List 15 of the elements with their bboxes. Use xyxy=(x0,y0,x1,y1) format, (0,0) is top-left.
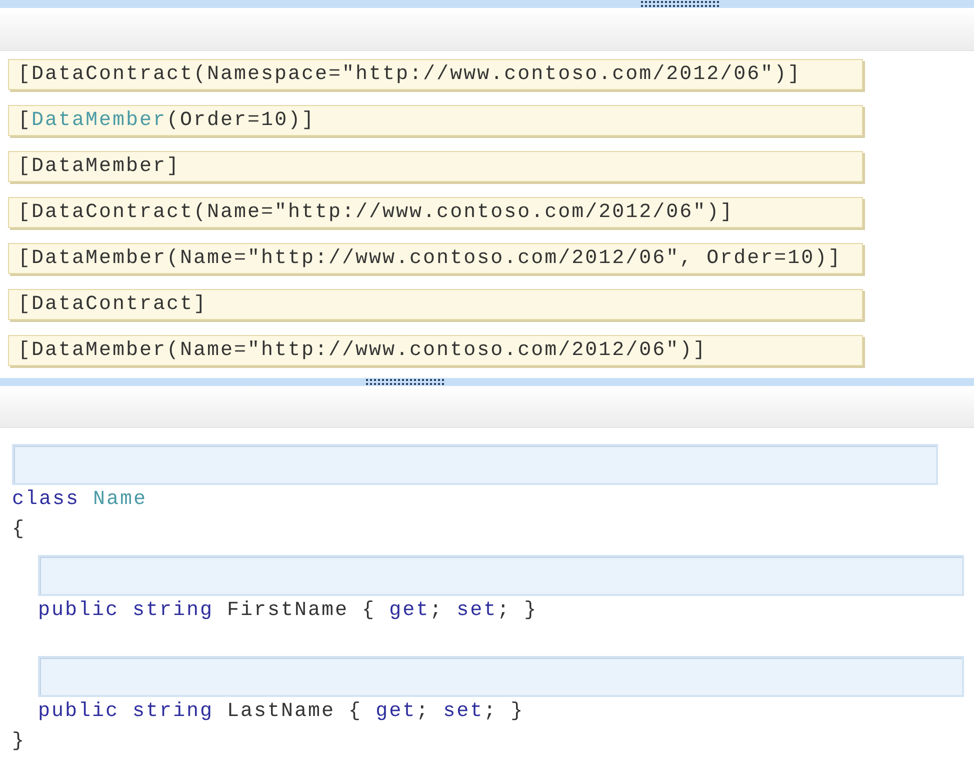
code-line: public string FirstName { get; set; } xyxy=(38,598,539,624)
code-line: public string LastName { get; set; } xyxy=(38,699,526,725)
answer-tile[interactable]: [DataContract] xyxy=(8,288,863,320)
grip-icon[interactable] xyxy=(640,0,722,8)
code-line: class Name xyxy=(12,487,148,513)
answer-tile[interactable]: [DataMember(Name="http://www.contoso.com/2012/06")] xyxy=(8,334,863,366)
answer-tile[interactable]: [DataContract(Name="http://www.contoso.com/2012/06")] xyxy=(8,196,863,228)
answer-tile[interactable]: [DataMember] xyxy=(8,150,863,182)
splitter-bar[interactable] xyxy=(0,0,974,8)
answer-tile[interactable]: [DataMember(Name="http://www.contoso.com/2012/06", Order=10)] xyxy=(8,242,863,274)
grip-icon[interactable] xyxy=(365,378,447,386)
answer-tile[interactable]: [DataMember(Order=10)] xyxy=(8,104,863,136)
code-line: { xyxy=(12,517,27,543)
code-line: } xyxy=(12,729,27,755)
answer-tile[interactable]: [DataContract(Namespace="http://www.contoso.com/2012/06")] xyxy=(8,58,863,90)
